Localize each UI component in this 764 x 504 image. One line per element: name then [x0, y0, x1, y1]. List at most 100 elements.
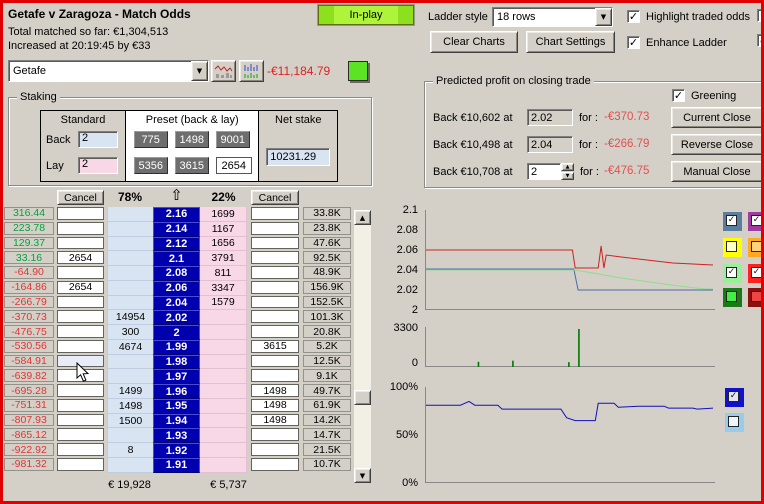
selection-dropdown[interactable]: Getafe ▼ — [8, 60, 209, 82]
ladder-price-cell[interactable]: 2.02 — [153, 310, 200, 326]
ladder-back-order-cell[interactable] — [57, 310, 104, 324]
line-chart-button[interactable] — [211, 60, 236, 82]
manual-close-odds-input[interactable]: 2 — [527, 163, 561, 180]
ladder-lay-order-cell[interactable] — [251, 236, 299, 250]
ladder-lay-amount-cell[interactable] — [200, 428, 247, 444]
dropdown-arrow-icon[interactable]: ▼ — [595, 8, 612, 26]
ladder-lay-amount-cell[interactable] — [200, 310, 247, 326]
bar-chart-button[interactable] — [239, 60, 264, 82]
ladder-lay-order-cell[interactable] — [251, 221, 299, 235]
ladder-lay-amount-cell[interactable]: 3791 — [200, 251, 247, 267]
ladder-lay-amount-cell[interactable] — [200, 354, 247, 370]
chart-series-toggle-checkbox[interactable] — [748, 288, 764, 307]
ladder-back-order-cell[interactable] — [57, 339, 104, 353]
ladder-back-amount-cell[interactable] — [107, 295, 153, 311]
ladder-lay-amount-cell[interactable]: 1699 — [200, 207, 247, 222]
ladder-price-cell[interactable]: 1.98 — [153, 354, 200, 370]
preset-custom-input[interactable]: 2654 — [215, 157, 252, 174]
ladder-back-amount-cell[interactable]: 300 — [107, 325, 153, 340]
chart-series-toggle-checkbox[interactable]: ✓ — [723, 212, 742, 231]
greening-checkbox[interactable]: ✓ — [672, 89, 685, 102]
preset-stake-button[interactable]: 5356 — [133, 157, 168, 174]
scroll-up-button[interactable]: ▲ — [354, 210, 371, 225]
scroll-down-button[interactable]: ▼ — [354, 468, 371, 483]
ladder-lay-order-cell[interactable] — [251, 207, 299, 220]
ladder-back-order-cell[interactable]: 2654 — [57, 280, 104, 294]
ladder-lay-order-cell[interactable] — [251, 443, 299, 457]
clipped-checkbox[interactable] — [757, 9, 764, 22]
ladder-price-cell[interactable]: 2.16 — [153, 207, 200, 222]
ladder-back-amount-cell[interactable] — [107, 207, 153, 222]
reverse-close-button[interactable]: Reverse Close — [671, 134, 763, 155]
preset-stake-button[interactable]: 1498 — [174, 131, 209, 148]
ladder-price-cell[interactable]: 1.91 — [153, 458, 200, 473]
dropdown-arrow-icon[interactable]: ▼ — [191, 61, 208, 81]
ladder-back-amount-cell[interactable] — [107, 251, 153, 267]
ladder-lay-amount-cell[interactable] — [200, 443, 247, 459]
preset-stake-button[interactable]: 9001 — [215, 131, 250, 148]
ladder-back-amount-cell[interactable] — [107, 369, 153, 385]
chart-series-toggle-checkbox[interactable]: ✓ — [748, 212, 764, 231]
ladder-back-order-cell[interactable]: 2654 — [57, 251, 104, 265]
ladder-price-cell[interactable]: 2.06 — [153, 280, 200, 296]
ladder-lay-amount-cell[interactable] — [200, 458, 247, 473]
scrollbar-thumb[interactable] — [354, 390, 371, 405]
ladder-back-amount-cell[interactable] — [107, 428, 153, 444]
ladder-price-cell[interactable]: 1.96 — [153, 384, 200, 399]
ladder-back-order-cell[interactable] — [57, 413, 104, 427]
ladder-price-cell[interactable]: 2.1 — [153, 251, 200, 267]
ladder-back-amount-cell[interactable] — [107, 354, 153, 370]
ladder-lay-amount-cell[interactable]: 1579 — [200, 295, 247, 311]
ladder-price-cell[interactable]: 1.93 — [153, 428, 200, 444]
ladder-lay-amount-cell[interactable]: 811 — [200, 266, 247, 281]
ladder-back-order-cell[interactable] — [57, 398, 104, 412]
highlight-traded-odds-checkbox[interactable]: ✓ — [627, 10, 640, 23]
ladder-lay-order-cell[interactable] — [251, 251, 299, 265]
ladder-price-cell[interactable]: 1.97 — [153, 369, 200, 385]
ladder-lay-order-cell[interactable] — [251, 280, 299, 294]
ladder-lay-amount-cell[interactable]: 3347 — [200, 280, 247, 296]
clipped-checkbox[interactable]: ✓ — [757, 34, 764, 47]
ladder-lay-order-cell[interactable] — [251, 428, 299, 442]
ladder-lay-order-cell[interactable] — [251, 310, 299, 324]
ladder-style-dropdown[interactable]: 18 rows ▼ — [492, 7, 613, 27]
chart-series-toggle-checkbox[interactable]: ✓ — [725, 388, 744, 407]
cancel-lay-orders-button[interactable]: Cancel — [251, 190, 299, 205]
ladder-back-amount-cell[interactable]: 4674 — [107, 339, 153, 355]
ladder-back-order-cell[interactable] — [57, 428, 104, 442]
ladder-price-cell[interactable]: 1.92 — [153, 443, 200, 459]
ladder-back-order-cell[interactable] — [57, 266, 104, 279]
lay-stake-input[interactable]: 2 — [78, 157, 118, 174]
ladder-lay-order-cell[interactable] — [251, 354, 299, 368]
ladder-scrollbar[interactable]: ▲ ▼ — [354, 210, 371, 483]
ladder-price-cell[interactable]: 2.04 — [153, 295, 200, 311]
ladder-lay-order-cell[interactable] — [251, 295, 299, 309]
ladder-lay-order-cell[interactable]: 1498 — [251, 384, 299, 397]
ladder-back-amount-cell[interactable] — [107, 458, 153, 473]
chart-series-toggle-checkbox[interactable]: ✓ — [748, 264, 764, 283]
chart-series-toggle-checkbox[interactable] — [723, 288, 742, 307]
ladder-back-order-cell[interactable] — [57, 384, 104, 397]
ladder-back-order-cell[interactable] — [57, 443, 104, 457]
current-close-button[interactable]: Current Close — [671, 107, 763, 128]
ladder-price-cell[interactable]: 2.08 — [153, 266, 200, 281]
ladder-back-amount-cell[interactable]: 8 — [107, 443, 153, 459]
ladder-lay-amount-cell[interactable] — [200, 398, 247, 414]
ladder-lay-amount-cell[interactable]: 1656 — [200, 236, 247, 252]
ladder-lay-order-cell[interactable]: 1498 — [251, 398, 299, 412]
ladder-back-order-cell[interactable] — [57, 325, 104, 338]
ladder-lay-amount-cell[interactable] — [200, 369, 247, 385]
ladder-price-cell[interactable]: 1.95 — [153, 398, 200, 414]
ladder-lay-amount-cell[interactable] — [200, 413, 247, 429]
ladder-lay-order-cell[interactable]: 1498 — [251, 413, 299, 427]
ladder-back-amount-cell[interactable] — [107, 266, 153, 281]
ladder-back-order-cell[interactable] — [57, 236, 104, 250]
odds-spinner[interactable]: ▲ ▼ — [561, 163, 574, 180]
ladder-back-order-cell[interactable] — [57, 221, 104, 235]
ladder-lay-order-cell[interactable] — [251, 369, 299, 383]
ladder-price-cell[interactable]: 1.99 — [153, 339, 200, 355]
ladder-back-order-cell[interactable] — [57, 295, 104, 309]
ladder-lay-order-cell[interactable]: 3615 — [251, 339, 299, 353]
ladder-back-order-cell[interactable] — [57, 458, 104, 471]
ladder-lay-order-cell[interactable] — [251, 325, 299, 338]
